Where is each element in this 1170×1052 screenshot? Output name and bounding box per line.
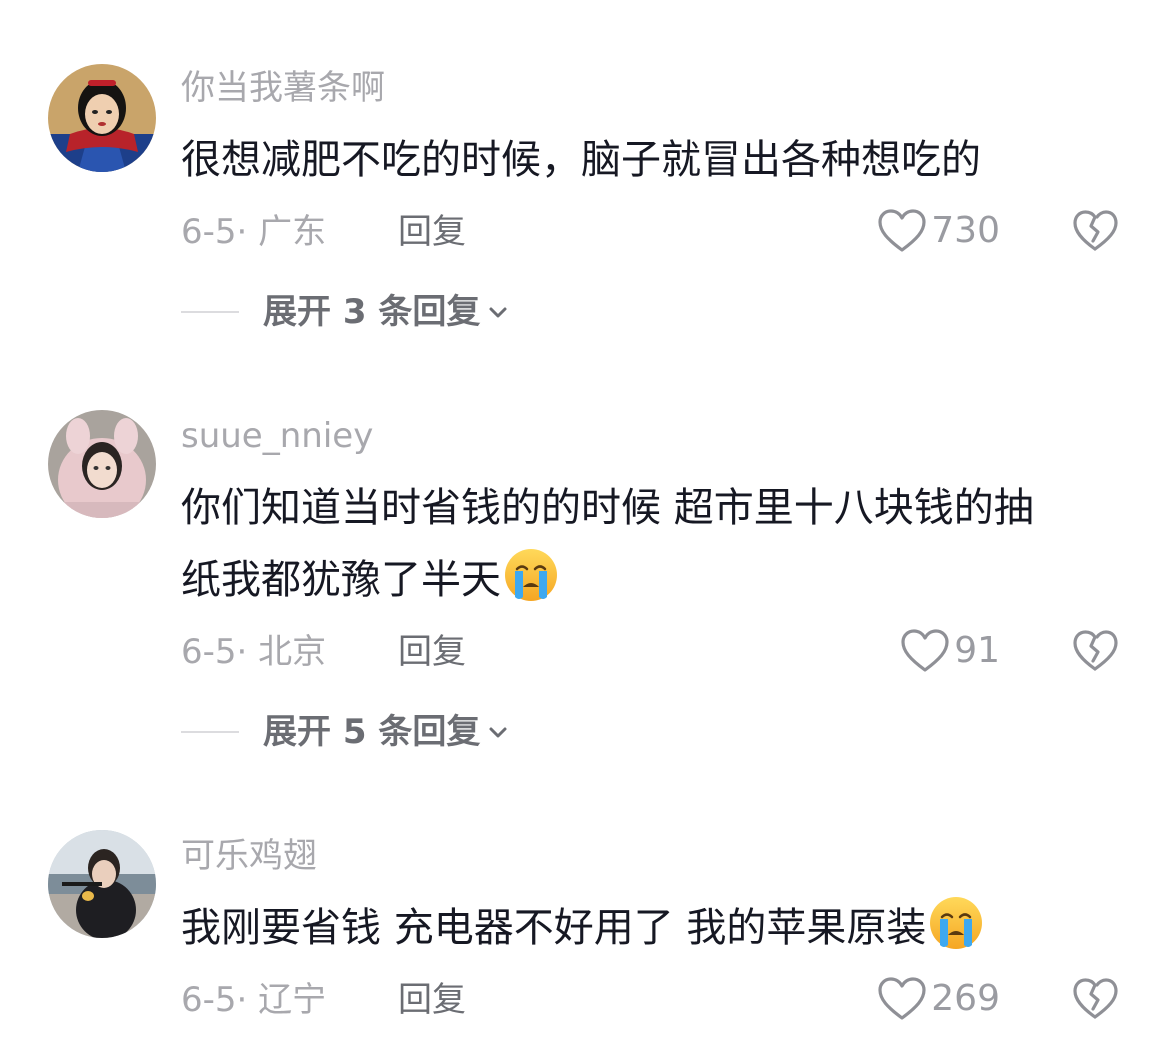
broken-heart-icon[interactable] (1072, 208, 1118, 254)
expand-replies-button[interactable]: 展开 5 条回复 (181, 712, 510, 752)
expand-replies-label: 展开 3 条回复 (263, 292, 481, 332)
like-button[interactable]: 269 (877, 976, 1000, 1022)
divider-line (181, 731, 239, 733)
comment-username[interactable]: suue_nniey (181, 416, 373, 456)
like-count: 269 (931, 978, 1000, 1019)
comment-username[interactable]: 你当我薯条啊 (181, 68, 385, 108)
reply-button[interactable]: 回复 (398, 980, 466, 1020)
girl-pink-hood-avatar (48, 410, 156, 518)
broken-heart-icon[interactable] (1072, 628, 1118, 674)
heart-outline-icon (878, 977, 926, 1020)
comment-username[interactable]: 可乐鸡翅 (181, 836, 317, 876)
comment-text-line: 纸我都犹豫了半天 (181, 544, 1131, 616)
comment-date-location: 6-5· 辽宁 (181, 980, 327, 1020)
comment-text-line: 你们知道当时省钱的的时候 超市里十八块钱的抽 (181, 485, 1034, 531)
like-count: 730 (931, 210, 1000, 251)
like-button[interactable]: 730 (877, 208, 1000, 254)
expand-replies-button[interactable]: 展开 3 条回复 (181, 292, 510, 332)
crying-face-emoji (505, 549, 557, 601)
reply-button[interactable]: 回复 (398, 632, 466, 672)
heart-outline-icon (901, 629, 949, 672)
user-avatar[interactable] (48, 64, 156, 172)
like-button[interactable]: 91 (900, 628, 1000, 674)
like-count: 91 (954, 630, 1000, 671)
heart-outline-icon (878, 209, 926, 252)
comment-text-line: 很想减肥不吃的时候，脑子就冒出各种想吃的 (181, 137, 981, 183)
comment-text-span: 我刚要省钱 充电器不好用了 我的苹果原装 (181, 905, 927, 951)
chevron-down-icon (489, 727, 507, 738)
comment-text-span: 纸我都犹豫了半天 (181, 557, 501, 603)
comment-text-line: 我刚要省钱 充电器不好用了 我的苹果原装 (181, 892, 1131, 964)
comment-date-location: 6-5· 北京 (181, 632, 327, 672)
user-avatar[interactable] (48, 830, 156, 938)
divider-line (181, 311, 239, 313)
reply-button[interactable]: 回复 (398, 212, 466, 252)
expand-replies-label: 展开 5 条回复 (263, 712, 481, 752)
snow-white-avatar (48, 64, 156, 172)
user-avatar[interactable] (48, 410, 156, 518)
person-seaside-avatar (48, 830, 156, 938)
crying-face-emoji (930, 897, 983, 949)
chevron-down-icon (489, 307, 507, 318)
broken-heart-icon[interactable] (1072, 976, 1118, 1022)
comment-date-location: 6-5· 广东 (181, 212, 327, 252)
